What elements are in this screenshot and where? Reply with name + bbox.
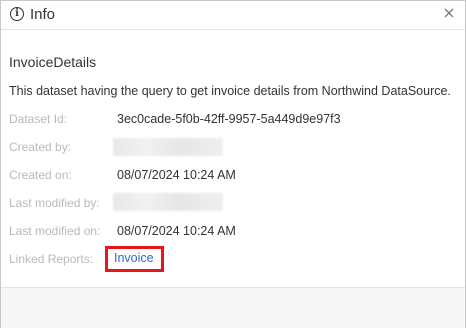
linked-reports-label: Linked Reports:: [9, 252, 94, 266]
close-icon[interactable]: [442, 6, 456, 20]
info-dialog: i Info InvoiceDetails This dataset havin…: [0, 0, 466, 328]
dataset-id-value: 3ec0cade-5f0b-42ff-9957-5a449d9e97f3: [117, 112, 341, 126]
created-by-label: Created by:: [9, 140, 72, 154]
created-on-label: Created on:: [9, 168, 72, 182]
linked-report-link[interactable]: Invoice: [114, 251, 154, 265]
dialog-footer: [1, 287, 465, 328]
last-modified-by-label: Last modified by:: [9, 196, 100, 210]
info-icon: i: [10, 7, 24, 21]
created-by-value-redacted: [113, 138, 223, 156]
last-modified-on-value: 08/07/2024 10:24 AM: [117, 224, 236, 238]
dataset-id-label: Dataset Id:: [9, 112, 68, 126]
dataset-name: InvoiceDetails: [9, 54, 97, 70]
last-modified-on-label: Last modified on:: [9, 224, 101, 238]
dialog-title: Info: [30, 6, 56, 23]
last-modified-by-value-redacted: [113, 193, 223, 211]
created-on-value: 08/07/2024 10:24 AM: [117, 168, 236, 182]
dataset-description: This dataset having the query to get inv…: [9, 84, 451, 98]
dialog-header: i Info: [1, 1, 465, 30]
